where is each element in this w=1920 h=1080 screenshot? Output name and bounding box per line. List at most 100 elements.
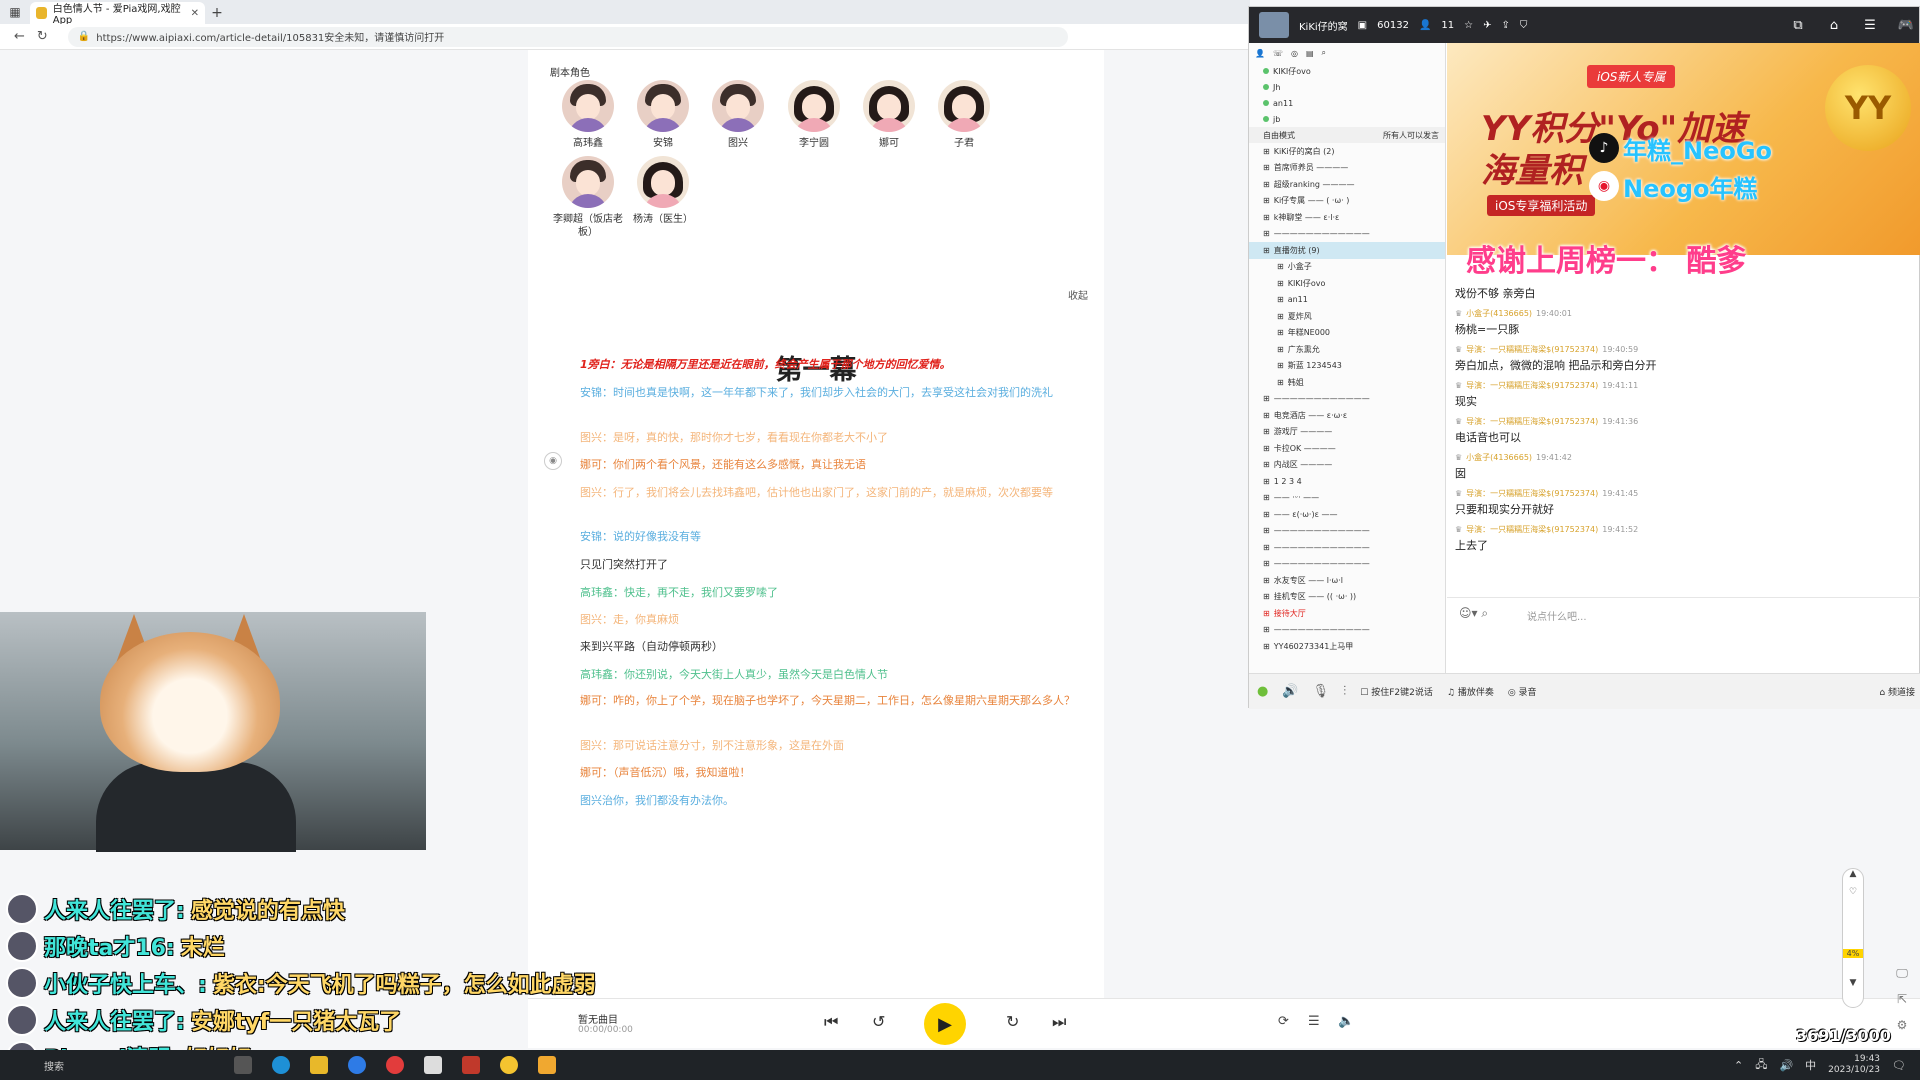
location-icon[interactable]: ◎ — [1291, 49, 1298, 58]
game-icon[interactable]: 🎮 — [1893, 12, 1919, 38]
channel-expand-icon[interactable]: ⊞ — [1263, 411, 1270, 420]
external-icon[interactable]: ⇱ — [1890, 986, 1914, 1012]
channel-mgmt-button[interactable]: ⌂ 频道接 — [1879, 685, 1920, 698]
channel-row[interactable]: ⊞ 广东熏允 — [1249, 341, 1445, 358]
playlist-icon[interactable]: ☰ — [1308, 1014, 1320, 1029]
new-tab-button[interactable]: + — [205, 2, 229, 24]
channel-expand-icon[interactable]: ⊞ — [1263, 147, 1270, 156]
channel-expand-icon[interactable]: ⊞ — [1263, 246, 1270, 255]
channel-row[interactable]: ⊞ —— ·ᵕ· —— — [1249, 490, 1445, 507]
scroll-up-icon[interactable]: ▲ — [1843, 869, 1863, 879]
channel-expand-icon[interactable]: ⊞ — [1263, 642, 1270, 651]
forward-icon[interactable]: ↻ — [1006, 1012, 1019, 1031]
link-icon[interactable]: ⇪ — [1501, 20, 1509, 31]
ptt-toggle[interactable]: ☐ 按住F2键2说话 — [1360, 685, 1433, 698]
taskview-icon[interactable] — [234, 1056, 252, 1074]
channel-row[interactable]: ⊞ Ki仔专属 —— ( ·ω· ) — [1249, 193, 1445, 210]
role-card[interactable]: 李宁圆 — [774, 80, 854, 150]
next-icon[interactable]: ⏭ — [1052, 1012, 1066, 1032]
collapse-button[interactable]: 收起 — [1068, 287, 1088, 302]
channel-row[interactable]: ⊞ 内战区 ———— — [1249, 457, 1445, 474]
browser-tab[interactable]: 白色情人节 - 爱Pia戏网,戏腔App ✕ — [30, 2, 205, 26]
channel-expand-icon[interactable]: ⊞ — [1263, 394, 1270, 403]
folder-icon[interactable] — [310, 1056, 328, 1074]
volume-icon[interactable]: 🔊 — [1282, 684, 1298, 699]
channel-row[interactable]: ⊞ 1 2 3 4 — [1249, 473, 1445, 490]
record-button[interactable]: ◎ 录音 — [1508, 685, 1537, 698]
mic-icon[interactable]: 🎙 — [1313, 684, 1330, 699]
chat-user[interactable]: 小盒子(4136665) — [1466, 452, 1532, 463]
channel-row[interactable]: ⊞ 斯蓝 1234543 — [1249, 358, 1445, 375]
scroll-down-icon[interactable]: ▼ — [1843, 978, 1863, 988]
channel-row[interactable]: ⊞ 韩姐 — [1249, 374, 1445, 391]
address-input[interactable]: 🔒 https://www.aipiaxi.com/article-detail… — [67, 26, 1068, 47]
tab-actions-icon[interactable]: ▦ — [0, 0, 30, 24]
channel-row[interactable]: ⊞ 接待大厅 — [1249, 605, 1445, 622]
channel-expand-icon[interactable]: ⊞ — [1277, 378, 1284, 387]
channel-row[interactable]: ⊞ 超级ranking ———— — [1249, 176, 1445, 193]
channel-expand-icon[interactable]: ⊞ — [1263, 592, 1270, 601]
role-card[interactable]: 杨涛（医生） — [623, 156, 703, 226]
channel-expand-icon[interactable]: ⊞ — [1263, 543, 1270, 552]
channel-row[interactable]: ⊞ KiKi仔的窝白 (2) — [1249, 143, 1445, 160]
channel-expand-icon[interactable]: ⊞ — [1263, 477, 1270, 486]
settings-icon[interactable]: ⚙ — [1890, 1012, 1914, 1038]
list-icon[interactable]: ☰ — [1857, 12, 1883, 38]
channel-row[interactable]: ⊞ 卡拉OK ———— — [1249, 440, 1445, 457]
like-icon[interactable]: ♡ — [1843, 887, 1863, 897]
role-card[interactable]: 子君 — [924, 80, 1004, 150]
refresh-icon[interactable]: ↻ — [37, 29, 48, 44]
contacts-icon[interactable]: ☏ — [1273, 49, 1283, 58]
home-icon[interactable]: ⌂ — [1821, 12, 1847, 38]
mixer-icon[interactable]: ⫶ — [1343, 684, 1346, 699]
channel-row[interactable]: ⊞ 直播勿扰 (9) — [1249, 242, 1445, 259]
role-card[interactable]: 安锦 — [623, 80, 703, 150]
channel-expand-icon[interactable]: ⊞ — [1263, 609, 1270, 618]
channel-row[interactable]: ⊞ 夏炸风 — [1249, 308, 1445, 325]
channel-expand-icon[interactable]: ⊞ — [1263, 493, 1270, 502]
online-user[interactable]: jb — [1249, 111, 1445, 127]
channel-row[interactable]: ⊞ 电竞酒店 —— ε·ω·ε — [1249, 407, 1445, 424]
chat-user[interactable]: 导演：一只糯糯压海梁$(91752374) — [1466, 416, 1598, 427]
monitor-icon[interactable]: 🖵 — [1890, 960, 1914, 986]
channel-row[interactable]: ⊞ 首席师养员 ———— — [1249, 160, 1445, 177]
browser-icon[interactable] — [348, 1056, 366, 1074]
back-icon[interactable]: ← — [14, 29, 25, 44]
taskbar-search[interactable]: 搜索 — [44, 1058, 214, 1073]
channel-expand-icon[interactable]: ⊞ — [1263, 460, 1270, 469]
channel-expand-icon[interactable]: ⊞ — [1263, 229, 1270, 238]
channel-expand-icon[interactable]: ⊞ — [1263, 559, 1270, 568]
network-icon[interactable]: 🖧 — [1755, 1056, 1767, 1075]
role-card[interactable]: 图兴 — [698, 80, 778, 150]
pin-icon[interactable]: ◉ — [544, 452, 562, 470]
netease-icon[interactable] — [386, 1056, 404, 1074]
channel-expand-icon[interactable]: ⊞ — [1263, 427, 1270, 436]
channel-expand-icon[interactable]: ⊞ — [1277, 312, 1284, 321]
online-user[interactable]: an11 — [1249, 95, 1445, 111]
doc-icon[interactable]: ▤ — [1306, 49, 1314, 58]
channel-row[interactable]: ⊞ 水友专区 —— l·ω·l — [1249, 572, 1445, 589]
app-icon[interactable] — [462, 1056, 480, 1074]
channel-expand-icon[interactable]: ⊞ — [1263, 180, 1270, 189]
user-icon[interactable]: 👤 — [1255, 49, 1265, 58]
channel-expand-icon[interactable]: ⊞ — [1277, 361, 1284, 370]
channel-expand-icon[interactable]: ⊞ — [1263, 213, 1270, 222]
channel-expand-icon[interactable]: ⊞ — [1263, 526, 1270, 535]
role-card[interactable]: 高玮鑫 — [548, 80, 628, 150]
gift-icon[interactable]: ● — [1257, 684, 1268, 699]
channel-row[interactable]: ⊞ 游戏厅 ———— — [1249, 424, 1445, 441]
channel-row[interactable]: ⊞ k神聊堂 —— ε·l·ε — [1249, 209, 1445, 226]
notification-icon[interactable]: 🗨 — [1892, 1059, 1906, 1072]
channel-row[interactable]: ⊞ KIKI仔ovo — [1249, 275, 1445, 292]
chat-user[interactable]: 导演：一只糯糯压海梁$(91752374) — [1466, 344, 1598, 355]
share-icon[interactable]: ✈ — [1483, 20, 1491, 31]
shield-icon[interactable]: ⛉ — [1520, 20, 1528, 31]
role-card[interactable]: 娜可 — [849, 80, 929, 150]
search-icon[interactable]: ⌕ — [1322, 48, 1326, 58]
obs-icon[interactable] — [500, 1056, 518, 1074]
channel-expand-icon[interactable]: ⊞ — [1263, 444, 1270, 453]
channel-expand-icon[interactable]: ⊞ — [1277, 279, 1284, 288]
window-icon[interactable]: ⧉ — [1785, 12, 1811, 38]
yy-app-icon[interactable] — [538, 1056, 556, 1074]
channel-expand-icon[interactable]: ⊞ — [1277, 262, 1284, 271]
